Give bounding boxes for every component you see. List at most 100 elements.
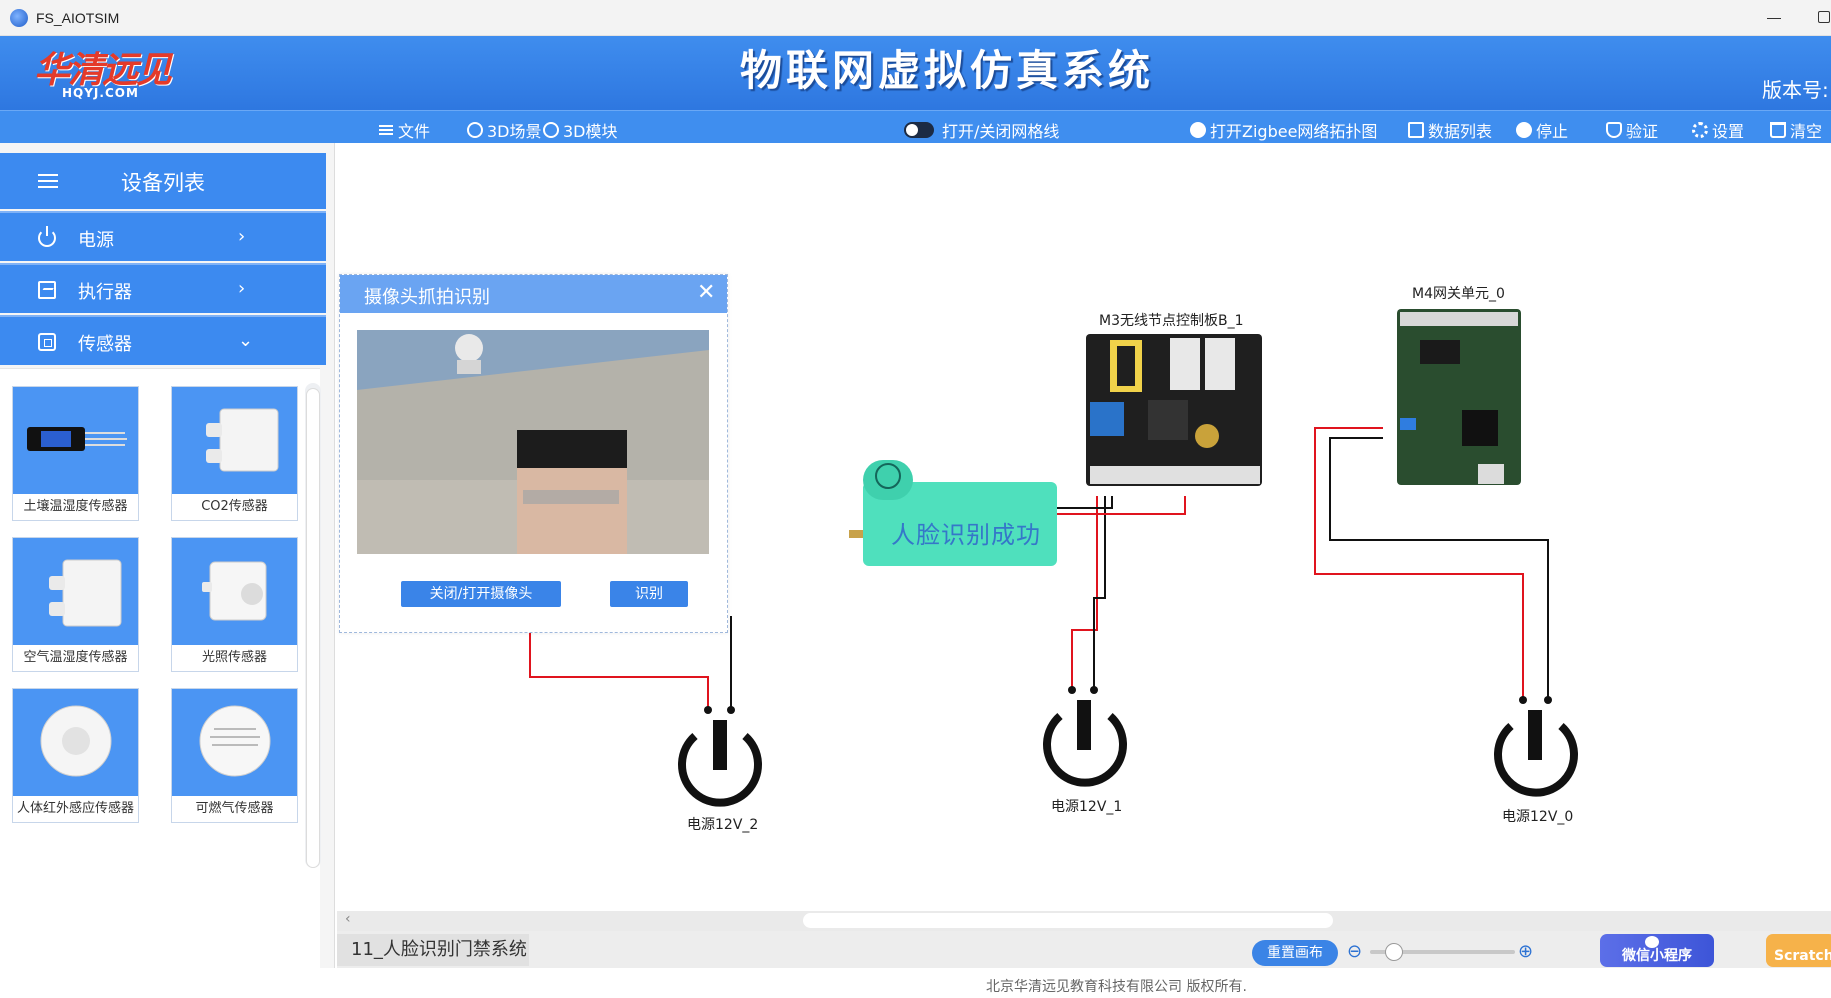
wechat-miniprogram-button[interactable]: 微信小程序 bbox=[1600, 934, 1714, 967]
camera-feed-image bbox=[357, 330, 709, 554]
window-title: FS_AIOTSIM bbox=[36, 10, 120, 26]
zoom-slider-thumb[interactable] bbox=[1384, 943, 1403, 961]
category-sensor[interactable]: 传感器 ⌄ bbox=[0, 315, 326, 365]
device-sidebar: 设备列表 电源 › 执行器 › 传感器 ⌄ 土壤温湿度传感器 CO2传感器 空气… bbox=[0, 143, 335, 998]
gas-sensor-image bbox=[199, 705, 271, 777]
sensor-icon bbox=[38, 333, 56, 351]
chevron-right-icon: › bbox=[238, 226, 246, 247]
data-list-button[interactable]: 数据列表 bbox=[1408, 118, 1492, 142]
scroll-left-icon[interactable]: ‹ bbox=[345, 911, 351, 927]
brand-logo: 华清远见 HQYJ.COM bbox=[34, 50, 172, 100]
data-list-label: 数据列表 bbox=[1428, 122, 1493, 141]
project-tab[interactable]: 11_人脸识别门禁系统 bbox=[337, 934, 529, 966]
minimize-button[interactable] bbox=[1760, 6, 1788, 30]
zigbee-icon bbox=[1190, 122, 1206, 138]
trash-icon bbox=[1770, 122, 1786, 138]
power-0-label[interactable]: 电源12V_0 bbox=[1502, 806, 1573, 826]
air-sensor-image bbox=[49, 559, 122, 627]
device-card-label: 空气温湿度传感器 bbox=[13, 645, 138, 671]
sidebar-scrollbar-thumb[interactable] bbox=[306, 388, 320, 868]
scene3d-label: 3D场景 bbox=[487, 122, 542, 141]
dialog-title: 摄像头抓拍识别 bbox=[364, 287, 490, 308]
device-card-co2-sensor[interactable]: CO2传感器 bbox=[171, 386, 298, 521]
cube-icon bbox=[467, 122, 483, 138]
device-card-gas-sensor[interactable]: 可燃气传感器 bbox=[171, 688, 298, 823]
reset-canvas-button[interactable]: 重置画布 bbox=[1252, 940, 1338, 966]
zigbee-topology-button[interactable]: 打开Zigbee网络拓扑图 bbox=[1190, 118, 1377, 142]
verify-label: 验证 bbox=[1626, 122, 1659, 141]
cubes-icon bbox=[543, 122, 559, 138]
logo-text-en: HQYJ.COM bbox=[62, 86, 139, 100]
device-card-soil-sensor[interactable]: 土壤温湿度传感器 bbox=[12, 386, 139, 521]
chevron-down-icon: ⌄ bbox=[238, 330, 254, 351]
window-titlebar: FS_AIOTSIM bbox=[0, 0, 1831, 36]
category-actuator-label: 执行器 bbox=[78, 282, 132, 303]
version-label: 版本号: bbox=[1762, 78, 1829, 102]
recognize-button[interactable]: 识别 bbox=[610, 581, 688, 607]
gear-icon bbox=[1692, 122, 1708, 138]
soil-sensor-image bbox=[27, 427, 127, 451]
device-card-label: CO2传感器 bbox=[172, 494, 297, 520]
system-title: 物联网虚拟仿真系统 bbox=[740, 49, 1155, 95]
wechat-button-label: 微信小程序 bbox=[1622, 948, 1692, 964]
app-window: FS_AIOTSIM 华清远见 HQYJ.COM 物联网虚拟仿真系统 版本号: … bbox=[0, 0, 1831, 998]
co2-sensor-image bbox=[206, 408, 279, 472]
light-sensor-image bbox=[202, 561, 267, 621]
zoom-out-icon[interactable]: ⊖ bbox=[1347, 941, 1362, 962]
category-actuator[interactable]: 执行器 › bbox=[0, 263, 326, 313]
settings-button[interactable]: 设置 bbox=[1692, 118, 1744, 142]
power-2-label[interactable]: 电源12V_2 bbox=[687, 814, 758, 834]
face-recognition-status: 人脸识别成功 bbox=[891, 521, 1041, 549]
stop-label: 停止 bbox=[1536, 122, 1569, 141]
device-card-label: 光照传感器 bbox=[172, 645, 297, 671]
scene3d-menu[interactable]: 3D场景 bbox=[467, 118, 542, 142]
sidebar-title: 设备列表 bbox=[121, 171, 205, 195]
app-icon bbox=[10, 9, 28, 27]
clear-label: 清空 bbox=[1790, 122, 1823, 141]
power-1-label[interactable]: 电源12V_1 bbox=[1051, 796, 1122, 816]
canvas-scrollbar-thumb[interactable] bbox=[803, 913, 1333, 928]
camera-preview bbox=[357, 330, 709, 554]
page-footer bbox=[0, 968, 1831, 998]
maximize-button[interactable] bbox=[1818, 11, 1830, 23]
actuator-icon bbox=[38, 281, 56, 299]
zigbee-label: 打开Zigbee网络拓扑图 bbox=[1210, 122, 1378, 141]
category-power-label: 电源 bbox=[78, 230, 114, 251]
device-card-label: 可燃气传感器 bbox=[172, 796, 297, 822]
wechat-icon bbox=[1645, 936, 1659, 948]
camera-capture-dialog: 摄像头抓拍识别 ✕ 关闭/打开摄像头 识别 bbox=[339, 274, 728, 633]
zoom-in-icon[interactable]: ⊕ bbox=[1518, 941, 1533, 962]
menu-icon bbox=[378, 122, 394, 138]
category-power[interactable]: 电源 › bbox=[0, 211, 326, 261]
app-header: 华清远见 HQYJ.COM 物联网虚拟仿真系统 版本号: bbox=[0, 36, 1831, 110]
settings-label: 设置 bbox=[1712, 122, 1745, 141]
stop-button[interactable]: 停止 bbox=[1516, 118, 1568, 142]
toggle-camera-button[interactable]: 关闭/打开摄像头 bbox=[401, 581, 561, 607]
pir-sensor-image bbox=[40, 705, 112, 777]
m4-gateway-label[interactable]: M4网关单元_0 bbox=[1412, 283, 1505, 303]
scratch-button[interactable]: Scratch bbox=[1766, 934, 1831, 967]
power-icon bbox=[38, 226, 56, 247]
main-toolbar: 文件 3D场景 3D模块 打开/关闭网格线 打开Zigbee网络拓扑图 数据列表… bbox=[0, 110, 1831, 143]
copyright-text: 北京华清远见教育科技有限公司 版权所有. bbox=[986, 979, 1247, 995]
logo-text-cn: 华清远见 bbox=[34, 50, 172, 90]
pause-icon bbox=[1516, 122, 1532, 138]
chevron-right-icon: › bbox=[238, 278, 246, 299]
clear-button[interactable]: 清空 bbox=[1770, 118, 1822, 142]
verify-button[interactable]: 验证 bbox=[1606, 118, 1658, 142]
module3d-label: 3D模块 bbox=[563, 122, 618, 141]
m3-board-label[interactable]: M3无线节点控制板B_1 bbox=[1099, 310, 1244, 330]
device-card-light-sensor[interactable]: 光照传感器 bbox=[171, 537, 298, 672]
file-menu[interactable]: 文件 bbox=[378, 118, 430, 142]
grid-toggle[interactable]: 打开/关闭网格线 bbox=[904, 118, 1059, 142]
grid-toggle-label: 打开/关闭网格线 bbox=[942, 122, 1060, 141]
hamburger-icon[interactable] bbox=[38, 174, 58, 176]
shield-icon bbox=[1606, 122, 1622, 138]
module3d-menu[interactable]: 3D模块 bbox=[543, 118, 618, 142]
file-menu-label: 文件 bbox=[398, 122, 431, 141]
close-icon[interactable]: ✕ bbox=[697, 280, 715, 306]
device-card-label: 土壤温湿度传感器 bbox=[13, 494, 138, 520]
table-icon bbox=[1408, 122, 1424, 138]
device-card-air-sensor[interactable]: 空气温湿度传感器 bbox=[12, 537, 139, 672]
device-card-pir-sensor[interactable]: 人体红外感应传感器 bbox=[12, 688, 139, 823]
